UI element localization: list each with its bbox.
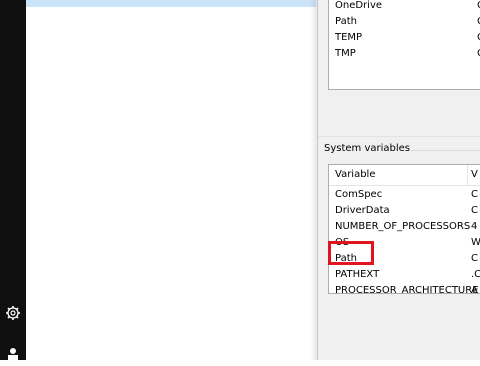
variable-name: PATHEXT [335, 269, 380, 280]
variable-name: ComSpec [335, 189, 383, 200]
variable-name: PROCESSOR_ARCHITECTURE [335, 285, 479, 294]
group-border [406, 150, 480, 151]
column-header-variable[interactable]: Variable [335, 169, 376, 180]
annotation-highlight-box [328, 241, 374, 265]
list-header: Variable V [329, 165, 480, 186]
variable-value: C [471, 205, 478, 216]
column-header-value[interactable]: V [471, 169, 478, 180]
system-variables-list[interactable]: Variable V ComSpec C DriverData C NUMBER… [328, 164, 480, 294]
section-divider [318, 136, 480, 137]
user-variable-row[interactable]: TEMP C [335, 30, 480, 46]
variable-name: TEMP [335, 32, 363, 43]
user-variables-list[interactable]: OneDrive C Path C TEMP C TMP C [328, 0, 480, 90]
user-variable-row[interactable]: TMP C [335, 46, 480, 62]
variable-value: C [471, 253, 478, 264]
variable-value: C [471, 189, 478, 200]
variable-name: OneDrive [335, 0, 383, 11]
variable-name: TMP [335, 48, 356, 59]
settings-pane [26, 0, 316, 360]
user-icon[interactable] [0, 340, 26, 366]
variable-name: Path [335, 16, 357, 27]
user-variable-row[interactable]: OneDrive C [335, 0, 480, 14]
user-variable-row[interactable]: Path C [335, 14, 480, 30]
variable-value: W [471, 237, 480, 248]
variable-value: 4 [471, 221, 478, 232]
system-variable-row[interactable]: DriverData C [335, 203, 480, 219]
variable-name: DriverData [335, 205, 390, 216]
selected-item-strip [26, 0, 316, 7]
system-variable-row[interactable]: NUMBER_OF_PROCESSORS 4 [335, 219, 480, 235]
system-variable-row[interactable]: PATHEXT .C [335, 267, 480, 283]
column-separator[interactable] [467, 165, 468, 186]
gear-icon[interactable] [0, 300, 26, 326]
variable-name: NUMBER_OF_PROCESSORS [335, 221, 471, 232]
system-variable-row[interactable]: ComSpec C [335, 187, 480, 203]
system-variables-label: System variables [323, 143, 412, 154]
system-variable-row[interactable]: PROCESSOR_ARCHITECTURE A [335, 283, 480, 294]
taskbar [0, 0, 26, 360]
variable-value: .C [471, 269, 480, 280]
environment-variables-dialog: OneDrive C Path C TEMP C TMP C System va… [317, 0, 480, 360]
variable-value: A [471, 285, 478, 294]
